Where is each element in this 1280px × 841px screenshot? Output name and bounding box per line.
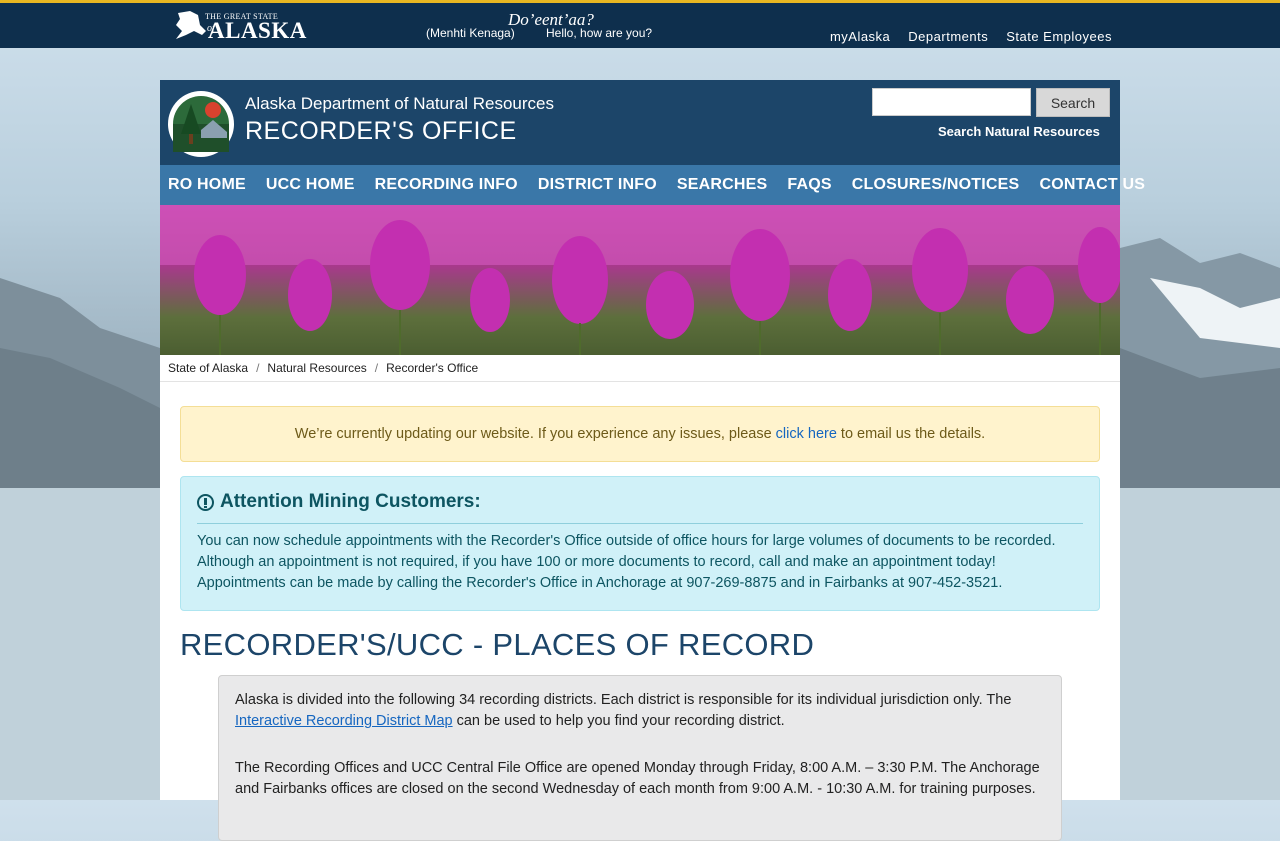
office-name: RECORDER'S OFFICE <box>245 117 517 145</box>
link-state-employees[interactable]: State Employees <box>1006 29 1112 44</box>
agency-header: Alaska Department of Natural Resources R… <box>160 80 1120 165</box>
state-top-bar: THE GREAT STATE of ALASKA Do’eent’aa? (M… <box>0 0 1280 48</box>
mining-customers-alert: Attention Mining Customers: You can now … <box>180 476 1100 611</box>
nav-ucc-home[interactable]: UCC HOME <box>266 176 355 194</box>
breadcrumb-state[interactable]: State of Alaska <box>168 361 248 375</box>
alert-line: Although an appointment is not required,… <box>197 554 996 570</box>
nav-recording-info[interactable]: RECORDING INFO <box>375 176 518 194</box>
nav-contact-us[interactable]: CONTACT US <box>1039 176 1145 194</box>
districts-info-box: Alaska is divided into the following 34 … <box>218 675 1062 841</box>
page-title: RECORDER'S/UCC - PLACES OF RECORD <box>180 627 815 662</box>
office-hours-text: The Recording Offices and UCC Central Fi… <box>235 760 1040 797</box>
district-map-link[interactable]: Interactive Recording District Map <box>235 713 453 729</box>
alaska-map-icon <box>176 11 206 39</box>
department-name: Alaska Department of Natural Resources <box>245 94 554 113</box>
breadcrumb-natural-resources[interactable]: Natural Resources <box>267 361 366 375</box>
nav-searches[interactable]: SEARCHES <box>677 176 768 194</box>
main-nav: RO HOME UCC HOME RECORDING INFO DISTRICT… <box>160 165 1145 205</box>
alert-body: You can now schedule appointments with t… <box>197 531 1083 594</box>
districts-intro: Alaska is divided into the following 34 … <box>235 690 1045 732</box>
alert-line: You can now schedule appointments with t… <box>197 533 1056 549</box>
alert-line: Appointments can be made by calling the … <box>197 575 1003 591</box>
dnr-seal-icon[interactable] <box>167 90 235 158</box>
link-myalaska[interactable]: myAlaska <box>830 29 890 44</box>
alert-heading: Attention Mining Customers: <box>197 491 1083 524</box>
page-content: We’re currently updating our website. If… <box>160 382 1120 841</box>
alert-title: Attention Mining Customers: <box>220 491 481 512</box>
link-departments[interactable]: Departments <box>908 29 988 44</box>
website-update-alert: We’re currently updating our website. If… <box>180 406 1100 462</box>
search-button[interactable]: Search <box>1036 88 1110 117</box>
alert-text-before: We’re currently updating our website. If… <box>294 426 772 442</box>
alert-text-after: to email us the details. <box>840 426 986 442</box>
nav-closures-notices[interactable]: CLOSURES/NOTICES <box>852 176 1020 194</box>
main-container: Alaska Department of Natural Resources R… <box>160 80 1145 841</box>
email-link[interactable]: click here <box>776 426 837 442</box>
logo-alaska-text: ALASKA <box>208 18 307 43</box>
breadcrumb: State of Alaska / Natural Resources / Re… <box>160 355 1120 382</box>
nav-faqs[interactable]: FAQS <box>787 176 831 194</box>
breadcrumb-separator: / <box>256 361 260 375</box>
state-top-links: myAlaska Departments State Employees <box>830 29 1112 44</box>
nav-district-info[interactable]: DISTRICT INFO <box>538 176 657 194</box>
greeting-english: Hello, how are you? <box>546 26 653 40</box>
intro-text-after: can be used to help you find your record… <box>456 713 785 729</box>
greeting-language: (Menhti Kenaga) <box>426 26 515 40</box>
nav-ro-home[interactable]: RO HOME <box>168 176 246 194</box>
fireweed-banner-image <box>160 205 1120 355</box>
search-input[interactable] <box>872 88 1031 116</box>
search-scope-label: Search Natural Resources <box>938 124 1100 139</box>
breadcrumb-separator: / <box>374 361 379 375</box>
exclamation-circle-icon <box>197 493 214 511</box>
intro-text-before: Alaska is divided into the following 34 … <box>235 692 1012 708</box>
breadcrumb-current: Recorder's Office <box>386 361 479 375</box>
